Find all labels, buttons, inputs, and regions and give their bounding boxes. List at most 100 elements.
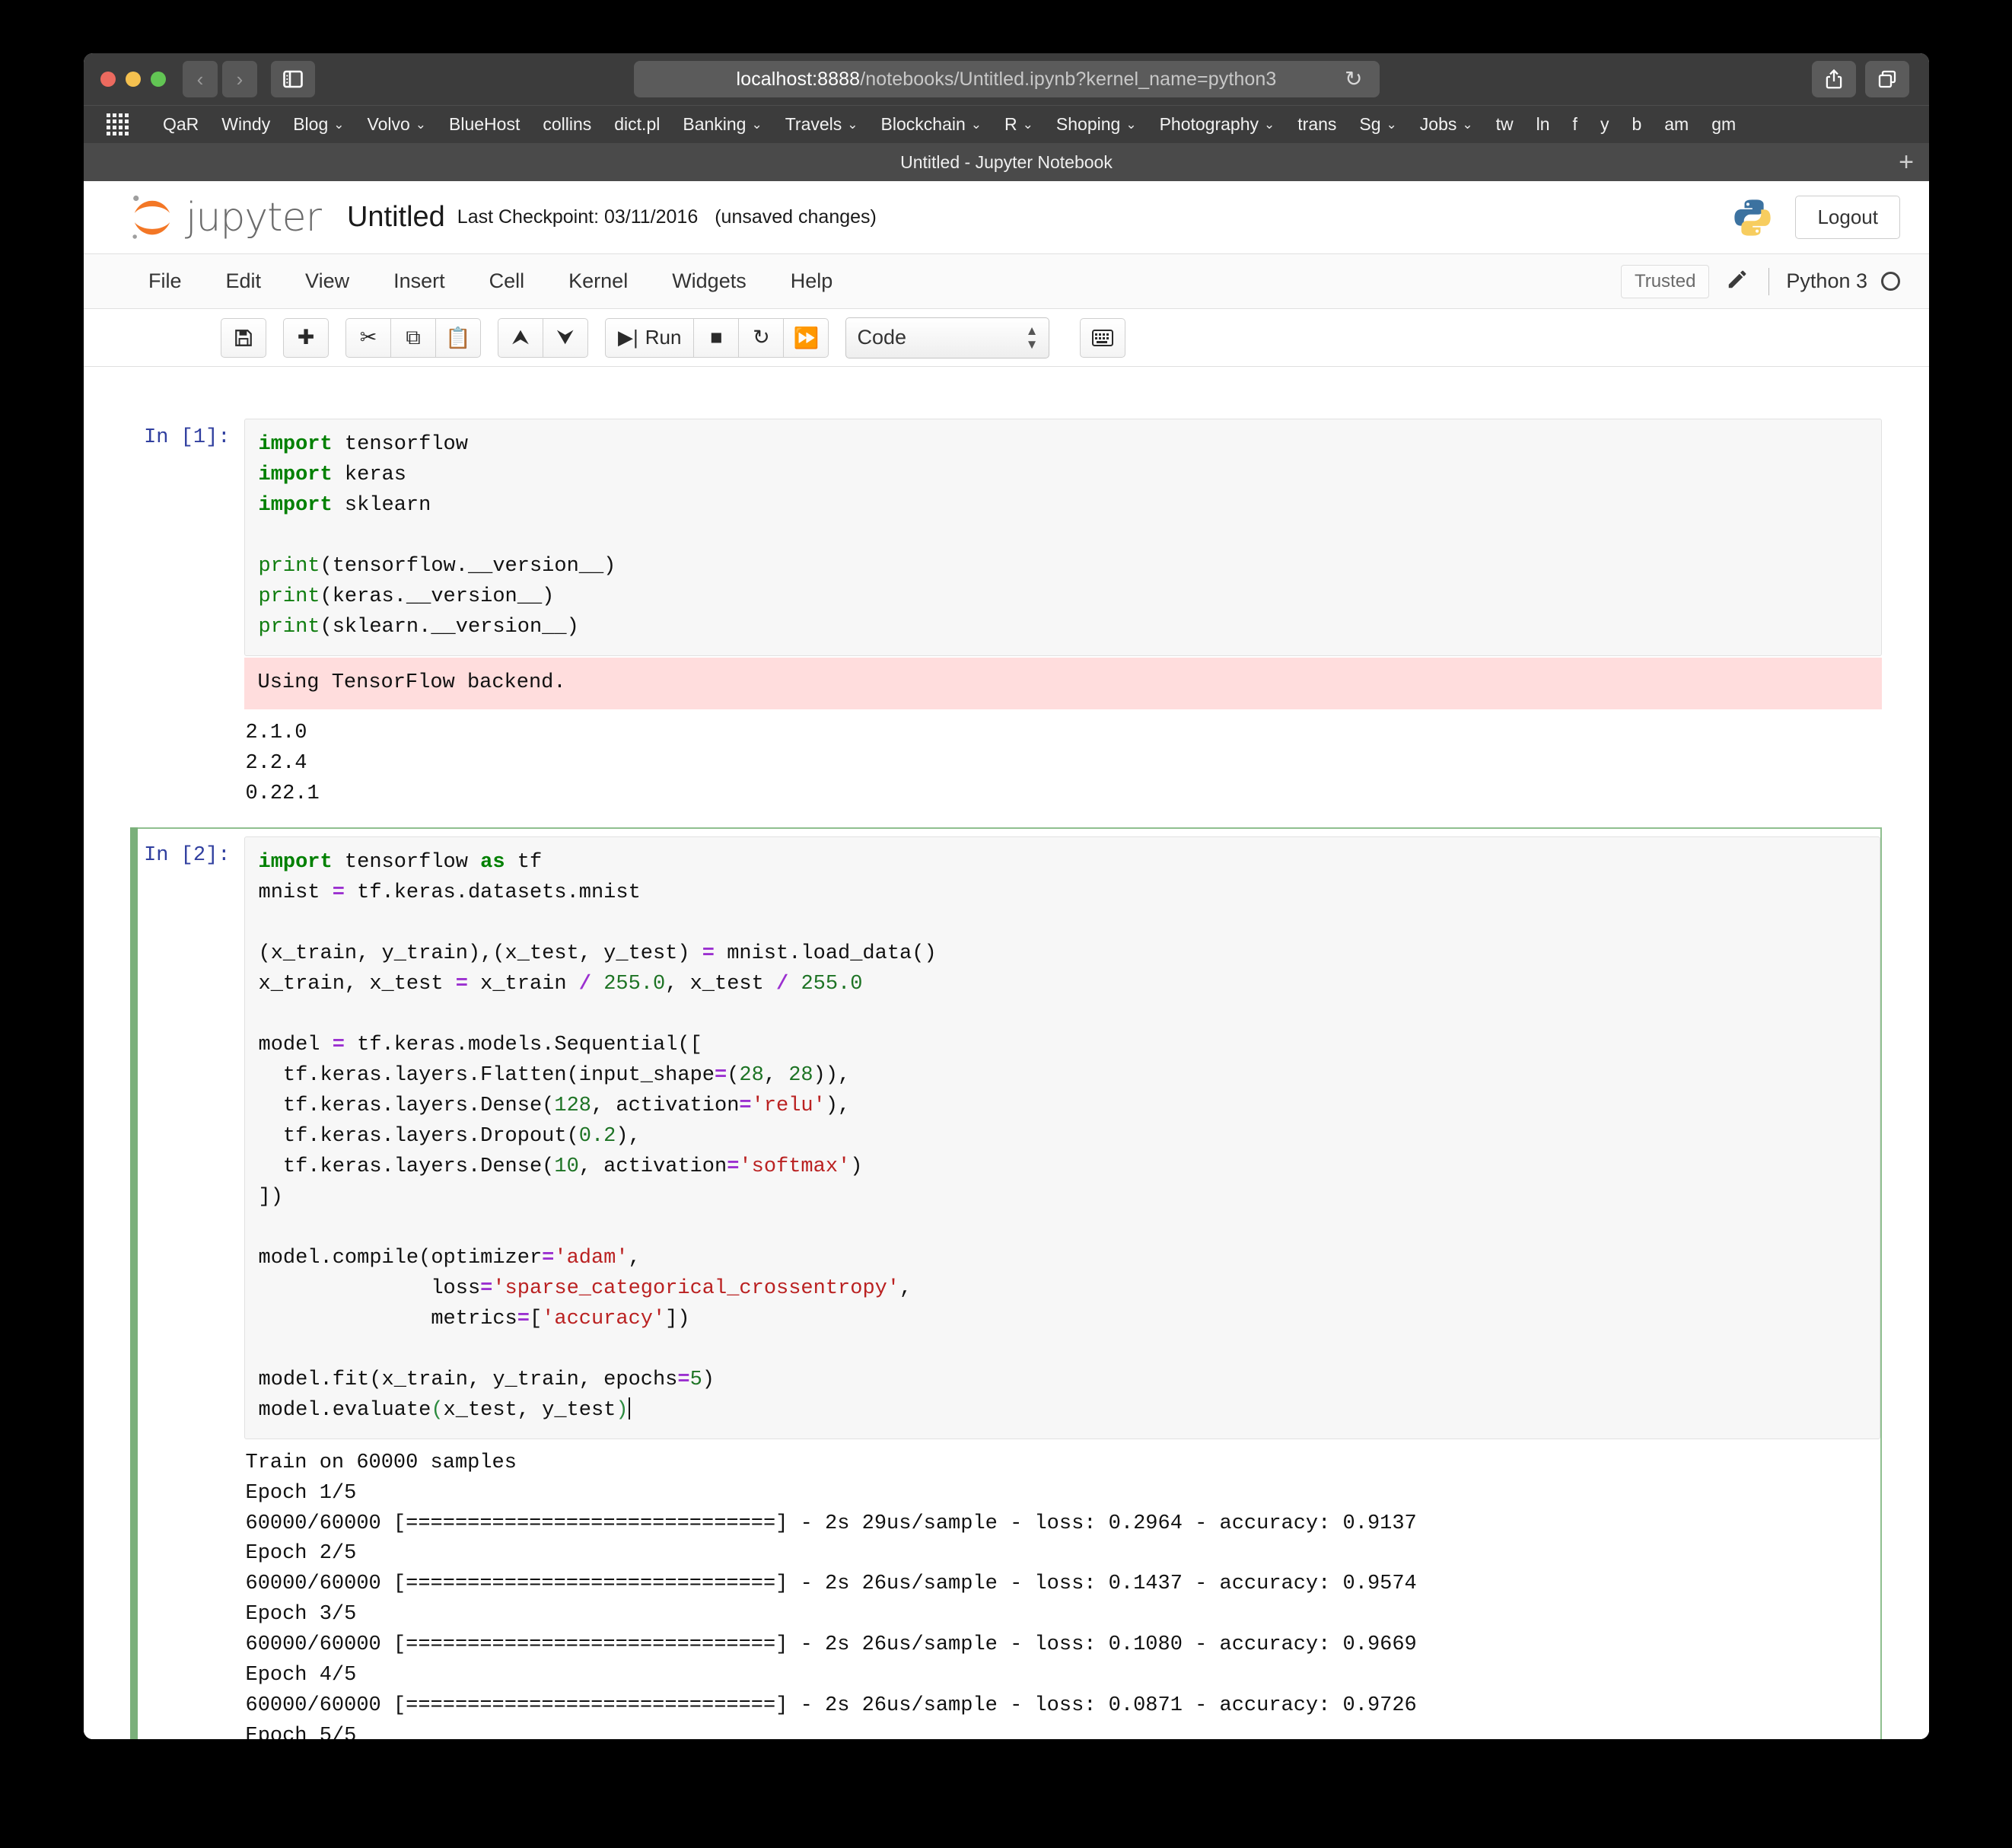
reload-icon[interactable]: ↻ [1345,69,1363,90]
bookmark-bluehost[interactable]: BlueHost [438,114,531,135]
chevron-down-icon: ⌄ [1022,116,1033,132]
bookmark-travels[interactable]: Travels ⌄ [774,114,870,135]
forward-button[interactable]: › [222,61,257,97]
new-tab-button[interactable]: + [1899,149,1914,175]
menu-file[interactable]: File [126,269,204,293]
menu-cell[interactable]: Cell [467,269,547,293]
edit-pencil-icon[interactable] [1726,268,1749,295]
menubar-divider [1768,267,1770,295]
bookmark-label: gm [1711,114,1737,134]
menu-widgets[interactable]: Widgets [650,269,769,293]
bookmark-label: y [1600,114,1609,134]
bookmark-f[interactable]: f [1562,114,1589,135]
sidebar-toggle-icon[interactable] [271,61,315,97]
jupyter-header: jupyter Untitled Last Checkpoint: 03/11/… [84,181,1929,254]
menu-kernel[interactable]: Kernel [546,269,650,293]
bookmark-label: Travels [785,114,842,134]
chevron-down-icon: ⌄ [970,116,982,132]
run-button[interactable]: ▶| Run [605,317,695,358]
cell-body: import tensorflow as tf mnist = tf.keras… [244,836,1880,1739]
browser-window: ‹ › localhost:8888/notebooks/Untitled.ip… [84,53,1929,1739]
cut-icon[interactable]: ✂ [345,317,391,358]
bookmark-banking[interactable]: Banking ⌄ [671,114,773,135]
bookmark-collins[interactable]: collins [531,114,603,135]
bookmark-trans[interactable]: trans [1286,114,1348,135]
code-editor-cell-1[interactable]: import tensorflow import keras import sk… [244,419,1882,656]
chevron-down-icon: ⌄ [1462,116,1473,132]
bookmark-dictpl[interactable]: dict.pl [603,114,671,135]
unsaved-changes-label: (unsaved changes) [715,206,877,228]
bookmark-blog[interactable]: Blog ⌄ [282,114,355,135]
bookmark-gm[interactable]: gm [1700,114,1747,135]
bookmark-tw[interactable]: tw [1485,114,1525,135]
bookmark-label: f [1572,114,1577,134]
address-bar[interactable]: localhost:8888/notebooks/Untitled.ipynb?… [633,61,1380,97]
show-tabs-icon[interactable] [1865,61,1909,97]
bookmark-label: collins [543,114,592,134]
toolbar-group-save [221,317,266,358]
bookmarks-bar: QaR Windy Blog ⌄ Volvo ⌄ BlueHost collins … [84,105,1929,143]
paste-icon[interactable]: 📋 [435,317,481,358]
browser-actions[interactable] [1812,61,1909,97]
bookmark-am[interactable]: am [1653,114,1700,135]
bookmark-r[interactable]: R ⌄ [993,114,1045,135]
cell-type-value: Code [857,326,906,349]
save-icon[interactable] [221,317,266,358]
arrow-down-icon[interactable]: ⮟ [543,317,588,358]
cell-body: import tensorflow import keras import sk… [244,419,1882,818]
bookmark-label: Shoping [1055,114,1121,134]
bookmark-blockchain[interactable]: Blockchain ⌄ [870,114,993,135]
notebook-cell-1[interactable]: In [1]: import tensorflow import keras i… [132,411,1882,823]
bookmark-b[interactable]: b [1620,114,1653,135]
header-right-actions: Logout [1731,196,1900,239]
chevron-down-icon: ⌄ [1264,116,1275,132]
bookmark-photography[interactable]: Photography ⌄ [1148,114,1287,135]
run-label: Run [645,326,682,349]
chevron-down-icon: ⌄ [751,116,762,132]
maximize-window-button[interactable] [151,72,166,87]
bookmark-y[interactable]: y [1589,114,1621,135]
cell-type-select[interactable]: Code ▲ ▼ [845,317,1050,358]
trusted-badge[interactable]: Trusted [1620,264,1710,298]
menu-insert[interactable]: Insert [371,269,467,293]
navigation-buttons[interactable]: ‹ › [183,61,257,97]
bookmark-sg[interactable]: Sg ⌄ [1348,114,1408,135]
bookmark-label: am [1664,114,1689,134]
add-icon[interactable]: ✚ [283,317,329,358]
run-icon: ▶| [618,326,638,349]
back-button[interactable]: ‹ [183,61,218,97]
apps-grid-icon[interactable] [107,113,129,135]
menu-view[interactable]: View [283,269,371,293]
toolbar-group-edit: ✂ ⧉ 📋 [345,317,481,358]
bookmark-qar[interactable]: QaR [151,114,210,135]
bookmark-shoping[interactable]: Shoping ⌄ [1045,114,1148,135]
bookmark-ln[interactable]: ln [1525,114,1562,135]
share-icon[interactable] [1812,61,1856,97]
copy-icon[interactable]: ⧉ [390,317,436,358]
kernel-idle-icon [1881,272,1900,291]
chevron-down-icon: ⌄ [847,116,858,132]
stop-icon[interactable]: ■ [693,317,740,358]
window-controls[interactable] [100,72,166,87]
menu-help[interactable]: Help [769,269,855,293]
logout-button[interactable]: Logout [1795,196,1900,239]
tab-untitled-notebook[interactable]: Untitled - Jupyter Notebook [900,152,1113,173]
bookmark-windy[interactable]: Windy [210,114,282,135]
arrow-up-icon[interactable]: ⮝ [498,317,543,358]
bookmark-volvo[interactable]: Volvo ⌄ [356,114,438,135]
cell-1-stderr-output: Using TensorFlow backend. [244,657,1882,709]
keyboard-icon[interactable] [1080,317,1126,358]
chevron-down-icon: ⌄ [415,116,427,132]
code-editor-cell-2[interactable]: import tensorflow as tf mnist = tf.keras… [244,836,1880,1439]
minimize-window-button[interactable] [126,72,141,87]
kernel-indicator-label: Python 3 [1786,269,1867,292]
restart-icon[interactable]: ↻ [738,317,785,358]
notebook-name[interactable]: Untitled [347,201,445,234]
fast-forward-icon[interactable]: ⏩ [783,317,829,358]
notebook-cell-2[interactable]: In [2]: import tensorflow as tf mnist = … [129,827,1882,1739]
menu-edit[interactable]: Edit [204,269,284,293]
bookmark-jobs[interactable]: Jobs ⌄ [1409,114,1485,135]
desktop-background: ‹ › localhost:8888/notebooks/Untitled.ip… [0,0,2012,1848]
close-window-button[interactable] [100,72,116,87]
python-logo-icon [1734,199,1772,236]
